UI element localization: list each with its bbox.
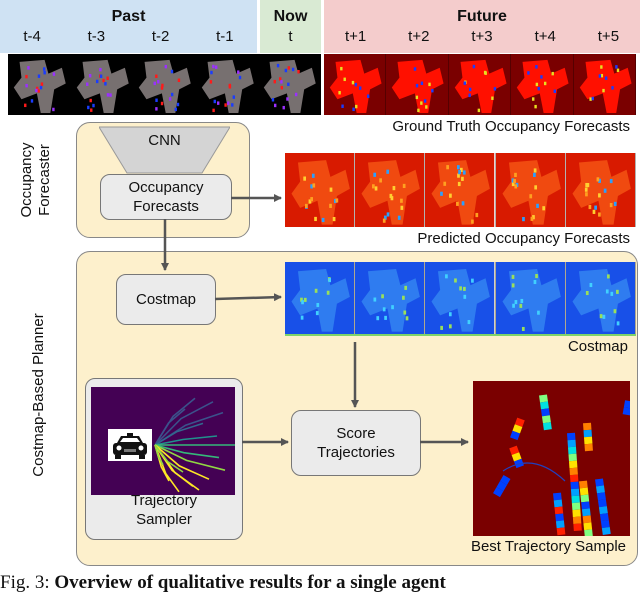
step-label: t: [288, 28, 293, 45]
predicted-frame: [495, 153, 566, 227]
past-header: Past t-4 t-3 t-2 t-1: [0, 0, 257, 53]
ground-truth-caption: Ground Truth Occupancy Forecasts: [392, 118, 630, 135]
ground-truth-strip: [324, 54, 637, 115]
past-title: Past: [111, 8, 146, 25]
now-header: Now t: [260, 0, 321, 53]
label-line: Occupancy: [18, 142, 35, 218]
now-steps: t: [260, 28, 321, 46]
future-title: Future: [457, 8, 507, 25]
planner-label: Costmap-Based Planner: [30, 313, 47, 477]
input-frame: [258, 54, 321, 115]
costmap-frame: [495, 262, 566, 334]
costmap-frame: [285, 262, 356, 334]
input-frame: [8, 54, 71, 115]
future-steps: t+1 t+2 t+3 t+4 t+5: [324, 28, 640, 46]
box-line: Score: [336, 425, 376, 442]
ground-truth-frame: [448, 54, 512, 115]
costmap-box[interactable]: Costmap: [116, 274, 216, 325]
predicted-forecasts-caption: Predicted Occupancy Forecasts: [417, 230, 630, 247]
predicted-frame: [355, 153, 426, 227]
step-label: t-2: [151, 28, 170, 45]
predicted-frame: [425, 153, 496, 227]
step-label: t+1: [344, 28, 367, 45]
input-frame: [70, 54, 134, 115]
cnn-label: CNN: [148, 132, 181, 149]
ground-truth-frame: [324, 54, 387, 115]
past-steps: t-4 t-3 t-2 t-1: [0, 28, 257, 46]
costmap-frame: [425, 262, 496, 334]
costmap-frame: [565, 262, 637, 334]
step-label: t+4: [534, 28, 556, 45]
input-frame: [133, 54, 196, 115]
predicted-frame: [285, 153, 356, 227]
ground-truth-frame: [573, 54, 637, 115]
future-header: Future t+1 t+2 t+3 t+4 t+5: [324, 0, 640, 53]
figure-caption: Fig. 3: Overview of qualitative results …: [0, 572, 446, 594]
best-trajectory-caption: Best Trajectory Sample: [470, 538, 626, 555]
predicted-frame: [565, 153, 637, 227]
figure-caption-title: Overview of qualitative results for a si…: [54, 572, 446, 593]
costmap-strip: [285, 262, 637, 336]
step-label: t+2: [408, 28, 430, 45]
box-line: Forecasts: [133, 198, 199, 215]
label-line: Forecaster: [36, 144, 53, 216]
costmap-caption: Costmap: [567, 338, 628, 355]
ground-truth-frame: [511, 54, 574, 115]
occupancy-forecasts-box[interactable]: Occupancy Forecasts: [100, 174, 232, 220]
step-label: t-4: [23, 28, 41, 45]
best-trajectory-image: [473, 381, 630, 536]
score-trajectories-box[interactable]: Score Trajectories: [291, 410, 421, 476]
ground-truth-frame: [386, 54, 449, 115]
step-label: t+5: [597, 28, 620, 45]
step-label: t-1: [216, 28, 234, 45]
step-label: t-3: [87, 28, 106, 45]
now-title: Now: [273, 8, 308, 25]
trajectory-samples-plot: [91, 387, 235, 495]
occupancy-forecaster-label: Occupancy Forecaster: [18, 130, 58, 230]
predicted-forecasts-strip: [285, 153, 637, 227]
costmap-frame: [355, 262, 426, 334]
step-label: t+3: [471, 28, 493, 45]
input-frames-strip: [8, 54, 321, 115]
figure-caption-prefix: Fig. 3:: [0, 572, 55, 593]
box-line: Occupancy: [128, 179, 204, 196]
input-frame: [195, 54, 259, 115]
box-line: Sampler: [136, 511, 192, 528]
box-line: Trajectories: [317, 444, 395, 461]
